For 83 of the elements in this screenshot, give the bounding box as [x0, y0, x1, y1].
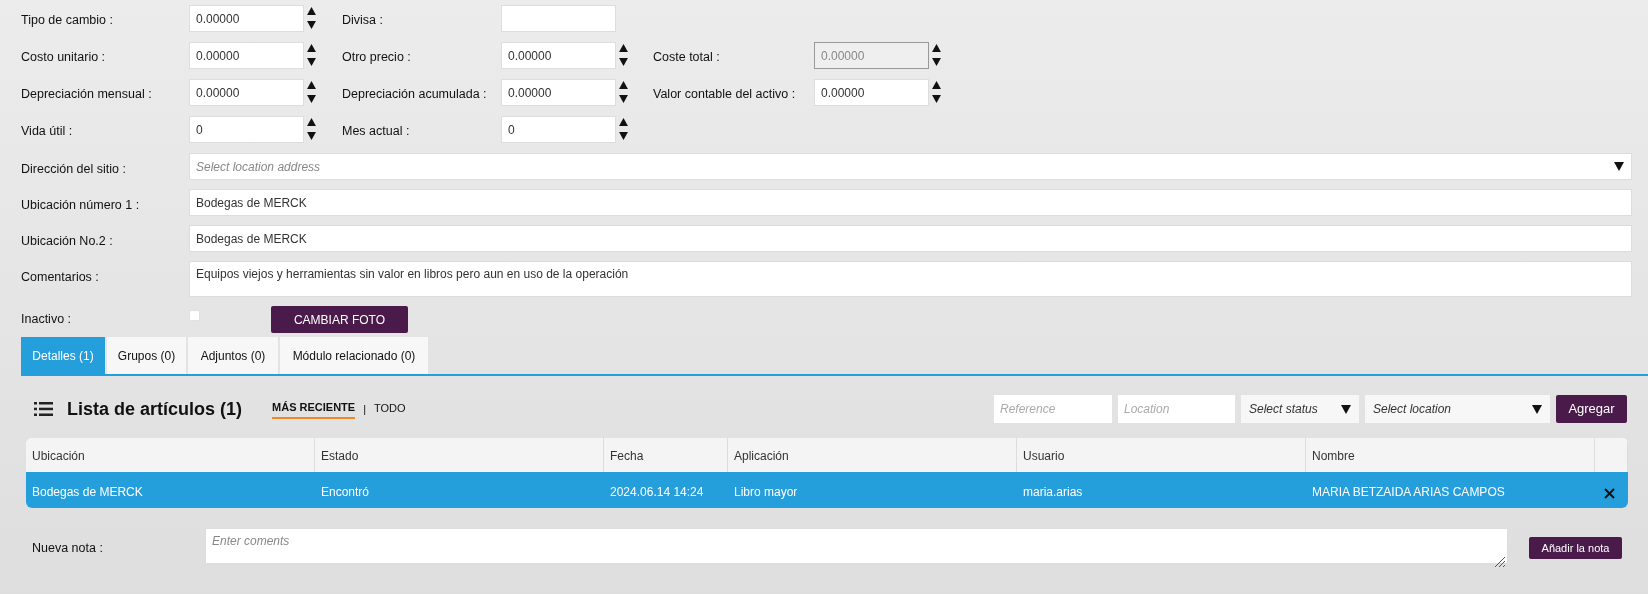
spin-up-icon[interactable]	[619, 118, 628, 126]
caret-icon[interactable]	[1614, 162, 1624, 171]
table-cell: MARIA BETZAIDA ARIAS CAMPOS	[1312, 485, 1505, 499]
comment-field[interactable]: Equipos viejos y herramientas sin valor en libros pero aun en uso de la operación	[189, 261, 1632, 297]
add-button[interactable]: Agregar	[1556, 395, 1627, 423]
caret-icon[interactable]	[1341, 404, 1351, 414]
resize-grip-icon[interactable]	[1495, 556, 1505, 567]
field-label: Coste total :	[653, 49, 721, 66]
spin-down-icon[interactable]	[307, 132, 316, 140]
field-label: Inactivo :	[21, 311, 73, 329]
spin-up-icon[interactable]	[307, 118, 316, 126]
spin-up-icon[interactable]	[619, 81, 628, 89]
spin-down-icon[interactable]	[619, 132, 628, 140]
tab[interactable]: Grupos (0)	[107, 337, 186, 374]
field-label: Ubicación No.2 :	[21, 233, 114, 250]
select-placeholder: Select location	[1373, 401, 1452, 418]
input-field[interactable]: 0	[189, 116, 304, 143]
field-label: Costo unitario :	[21, 49, 107, 66]
view-link[interactable]: TODO	[374, 400, 406, 418]
spin-down-icon[interactable]	[307, 58, 316, 66]
table-cell: Bodegas de MERCK	[32, 485, 143, 499]
spin-up-icon[interactable]	[932, 81, 941, 89]
column-header: Aplicación	[728, 438, 1017, 472]
input-field[interactable]: 0.00000	[501, 79, 616, 106]
field-label: Divisa :	[342, 12, 384, 29]
filter-field[interactable]: Location	[1118, 395, 1235, 423]
spin-up-icon[interactable]	[932, 44, 941, 52]
spin-down-icon[interactable]	[307, 21, 316, 29]
spin-up-icon[interactable]	[307, 44, 316, 52]
input-field[interactable]: 0.00000	[189, 42, 304, 69]
table-cell: 2024.06.14 14:24	[610, 485, 704, 499]
field-label: Vida útil :	[21, 123, 74, 140]
spin-down-icon[interactable]	[619, 95, 628, 103]
column-header: Estado	[315, 438, 604, 472]
view-link[interactable]: MÁS RECIENTE	[272, 399, 356, 419]
field-label: Nueva nota :	[32, 540, 104, 557]
field-label: Tipo de cambio :	[21, 12, 114, 29]
field-label: Mes actual :	[342, 123, 411, 140]
table-cell: Encontró	[321, 485, 370, 499]
table-cell: Libro mayor	[734, 485, 798, 499]
spin-down-icon[interactable]	[307, 95, 316, 103]
column-header: Usuario	[1017, 438, 1306, 472]
spin-down-icon[interactable]	[619, 58, 628, 66]
spin-up-icon[interactable]	[619, 44, 628, 52]
field-label: Valor contable del activo :	[653, 86, 797, 103]
tab[interactable]: Módulo relacionado (0)	[280, 337, 428, 374]
field-label: Comentarios :	[21, 269, 100, 286]
change-photo-button[interactable]: CAMBIAR FOTO	[271, 306, 408, 333]
filter-field[interactable]: Reference	[994, 395, 1112, 423]
input-field[interactable]: 0.00000	[189, 79, 304, 106]
add-note-button[interactable]: Añadir la nota	[1529, 537, 1622, 559]
spin-up-icon[interactable]	[307, 7, 316, 15]
column-header: Fecha	[604, 438, 728, 472]
view-separator: |	[363, 401, 367, 417]
spin-down-icon[interactable]	[932, 58, 941, 66]
field-label: Ubicación número 1 :	[21, 197, 141, 214]
field-label: Otro precio :	[342, 49, 412, 66]
field-label: Depreciación mensual :	[21, 86, 153, 103]
input-field[interactable]: 0.00000	[189, 5, 304, 32]
select-field[interactable]: Select status	[1241, 395, 1359, 423]
tab[interactable]: Adjuntos (0)	[188, 337, 278, 374]
field-label: Dirección del sitio :	[21, 161, 127, 178]
input-field[interactable]: 0.00000	[501, 42, 616, 69]
select-field[interactable]: Select location address	[189, 153, 1632, 180]
input-field[interactable]: Bodegas de MERCK	[189, 225, 1632, 252]
select-field[interactable]: Select location	[1365, 395, 1550, 423]
spin-down-icon[interactable]	[932, 95, 941, 103]
column-header: Nombre	[1306, 438, 1595, 472]
column-header: Ubicación	[26, 438, 315, 472]
field-label: Depreciación acumulada :	[342, 86, 488, 103]
table-cell: maria.arias	[1023, 485, 1083, 499]
caret-icon[interactable]	[1532, 404, 1542, 414]
input-field[interactable]: 0	[501, 116, 616, 143]
select-placeholder: Select status	[1249, 401, 1318, 418]
checkbox[interactable]	[189, 310, 200, 322]
spin-up-icon[interactable]	[307, 81, 316, 89]
input-field[interactable]: Bodegas de MERCK	[189, 189, 1632, 216]
input-field[interactable]	[501, 5, 616, 32]
input-field[interactable]: 0.00000	[814, 79, 929, 106]
list-icon	[34, 402, 53, 416]
note-field[interactable]: Enter coments	[205, 528, 1508, 564]
close-icon[interactable]	[1604, 488, 1615, 500]
list-title: Lista de artículos (1)	[67, 397, 243, 421]
